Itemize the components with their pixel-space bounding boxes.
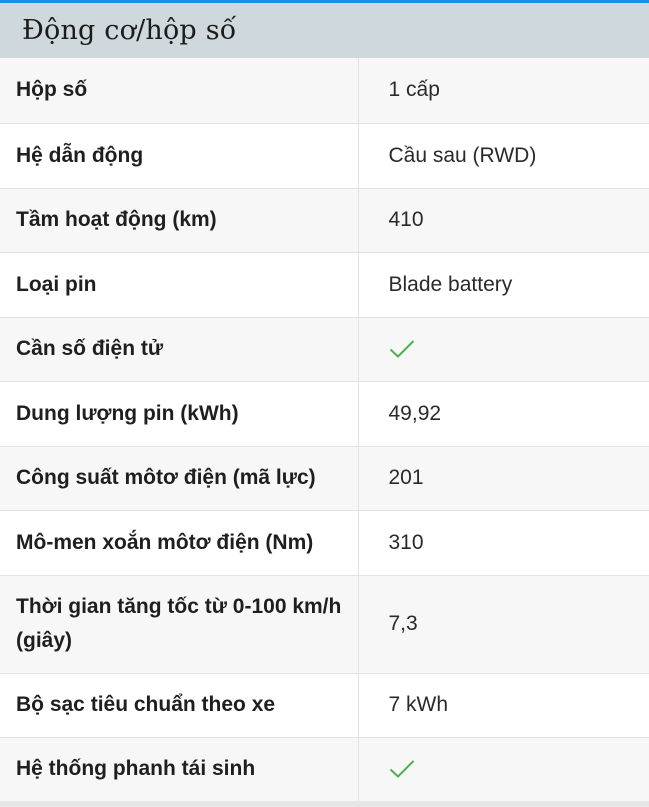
row-label: Hộp số: [0, 58, 359, 124]
row-value: 201: [358, 446, 649, 511]
table-row: Hệ dẫn động Cầu sau (RWD): [0, 123, 649, 189]
table-row: Mô-men xoắn môtơ điện (Nm) 310: [0, 510, 649, 576]
table-row: Loại pin Blade battery: [0, 252, 649, 318]
row-value: 49,92: [358, 381, 649, 447]
row-label: Mô-men xoắn môtơ điện (Nm): [0, 510, 359, 576]
row-value: [358, 317, 649, 382]
row-label: Công suất môtơ điện (mã lực): [0, 446, 359, 511]
table-row: Hệ thống phanh tái sinh: [0, 737, 649, 802]
row-label: Loại pin: [0, 252, 359, 318]
check-icon: [389, 760, 414, 778]
row-value: 7 kWh: [358, 673, 649, 738]
spec-section: Động cơ/hộp số Hộp số 1 cấp Hệ dẫn động …: [0, 0, 649, 807]
bottom-divider: [0, 801, 649, 807]
row-value: 1 cấp: [358, 58, 649, 124]
table-row: Dung lượng pin (kWh) 49,92: [0, 381, 649, 447]
row-value: 310: [358, 510, 649, 576]
row-label: Dung lượng pin (kWh): [0, 381, 359, 447]
section-title: Động cơ/hộp số: [22, 15, 237, 46]
section-header: Động cơ/hộp số: [0, 3, 649, 58]
row-label: Hệ dẫn động: [0, 123, 359, 189]
table-row: Tầm hoạt động (km) 410: [0, 188, 649, 253]
row-label: Bộ sạc tiêu chuẩn theo xe: [0, 673, 359, 738]
row-label: Hệ thống phanh tái sinh: [0, 737, 359, 802]
table-row: Thời gian tăng tốc từ 0-100 km/h (giây) …: [0, 575, 649, 674]
table-row: Công suất môtơ điện (mã lực) 201: [0, 446, 649, 511]
table-row: Hộp số 1 cấp: [0, 58, 649, 124]
spec-table: Hộp số 1 cấp Hệ dẫn động Cầu sau (RWD) T…: [0, 58, 649, 802]
row-value: [358, 737, 649, 802]
row-value: Blade battery: [358, 252, 649, 318]
row-value: Cầu sau (RWD): [358, 123, 649, 189]
row-label: Thời gian tăng tốc từ 0-100 km/h (giây): [0, 575, 359, 674]
row-label: Cần số điện tử: [0, 317, 359, 382]
check-icon: [389, 340, 414, 358]
row-value: 7,3: [358, 575, 649, 674]
row-label: Tầm hoạt động (km): [0, 188, 359, 253]
table-row: Cần số điện tử: [0, 317, 649, 382]
row-value: 410: [358, 188, 649, 253]
table-row: Bộ sạc tiêu chuẩn theo xe 7 kWh: [0, 673, 649, 738]
